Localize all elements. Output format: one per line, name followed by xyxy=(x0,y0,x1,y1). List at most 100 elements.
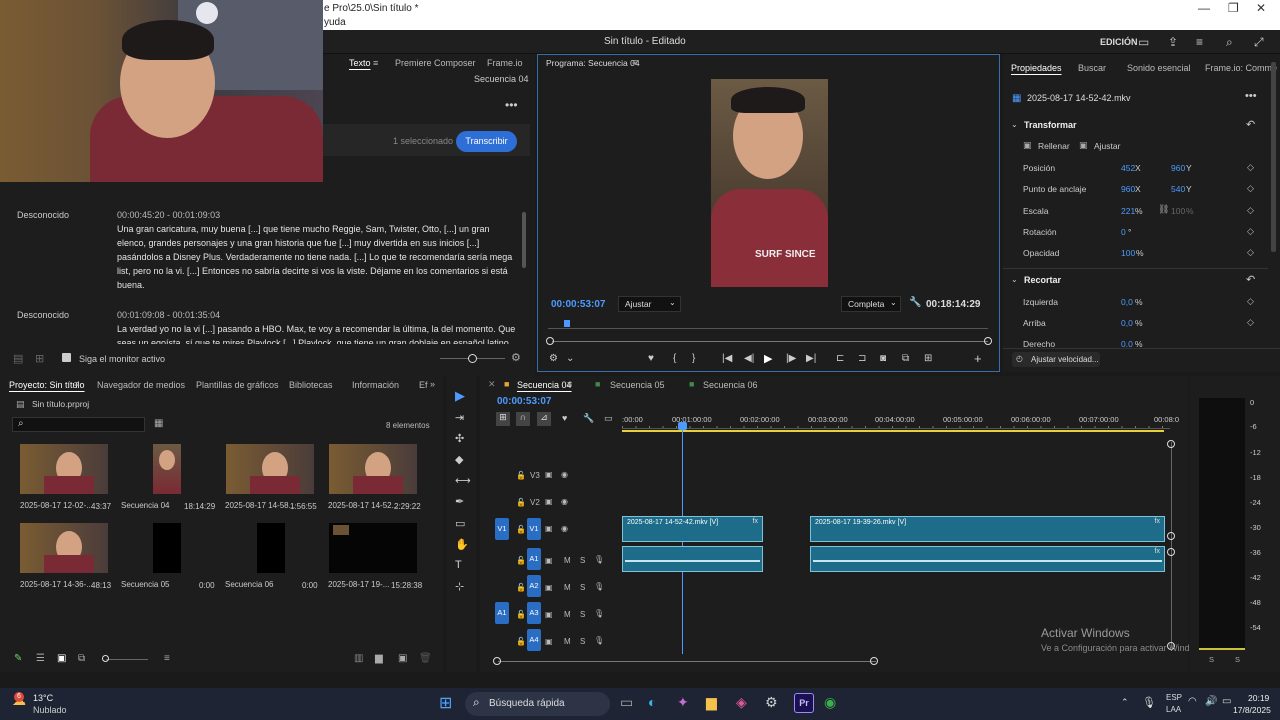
sync-lock-icon[interactable]: ▣ xyxy=(545,524,553,533)
timeline-hscroll[interactable] xyxy=(498,661,876,662)
media-thumbnail[interactable] xyxy=(153,444,181,494)
fullscreen-icon[interactable]: ⤢ xyxy=(1254,35,1264,50)
insert-icon[interactable]: ⊏ xyxy=(836,353,844,364)
fit-icon[interactable]: ▣ xyxy=(1079,140,1088,151)
keyframe-icon[interactable]: ◇ xyxy=(1247,205,1254,216)
keyframe-icon[interactable]: ◇ xyxy=(1247,317,1254,328)
property-value[interactable]: 452 xyxy=(1121,163,1135,173)
app-icon[interactable]: ⚙ xyxy=(765,694,778,711)
sort-icon[interactable]: ≡ xyxy=(164,653,170,664)
selection-tool-icon[interactable]: ▶ xyxy=(455,388,465,404)
list-view-icon[interactable]: ☰ xyxy=(36,653,45,664)
workspace-icon[interactable]: ▭ xyxy=(1138,35,1149,49)
eye-icon[interactable]: ◉ xyxy=(561,470,568,479)
track-a4-badge[interactable]: A4 xyxy=(527,629,541,651)
property-value[interactable]: 0,0 xyxy=(1121,318,1133,328)
captions-icon[interactable]: ▭ xyxy=(604,413,613,424)
reset-icon[interactable]: ↶ xyxy=(1246,273,1255,286)
audio-clip[interactable] xyxy=(622,546,763,572)
close-icon[interactable]: ✕ xyxy=(488,379,496,390)
lock-icon[interactable]: 🔓 xyxy=(516,637,526,646)
trash-icon[interactable]: 🗑 xyxy=(419,653,432,664)
freeform-view-icon[interactable]: ⧉ xyxy=(78,653,85,664)
tab-info[interactable]: Información xyxy=(352,380,399,390)
media-thumbnail[interactable] xyxy=(226,444,314,494)
clock-time[interactable]: 20:19 xyxy=(1248,693,1269,703)
monitor-tab[interactable]: Programa: Secuencia 04 xyxy=(546,58,640,68)
media-thumbnail[interactable] xyxy=(20,523,108,573)
follow-monitor-checkbox[interactable] xyxy=(62,353,71,362)
solo-button[interactable]: S xyxy=(580,610,585,619)
property-value[interactable]: 100 xyxy=(1121,248,1135,258)
mic-icon[interactable]: 🎙 xyxy=(594,555,604,564)
audio-clip[interactable]: fx xyxy=(810,546,1165,572)
camera-icon[interactable]: ◙ xyxy=(880,353,886,364)
media-thumbnail[interactable] xyxy=(153,523,181,573)
chevron-down-icon[interactable]: ⌄ xyxy=(1011,120,1018,129)
sync-lock-icon[interactable]: ▣ xyxy=(545,556,553,565)
chevron-up-icon[interactable]: ⌃ xyxy=(1121,697,1129,708)
hand-tool-icon[interactable]: ✋ xyxy=(455,538,469,551)
wifi-icon[interactable]: ◠ xyxy=(1188,696,1197,707)
lock-icon[interactable]: 🔓 xyxy=(516,525,526,534)
tab-graphics-templates[interactable]: Plantillas de gráficos xyxy=(196,380,279,390)
tab-texto[interactable]: Texto xyxy=(349,58,371,68)
chrome-icon[interactable]: ◉ xyxy=(824,694,836,711)
search-input[interactable]: ⌕ xyxy=(12,417,145,432)
sync-lock-icon[interactable]: ▣ xyxy=(545,470,553,479)
edge-icon[interactable]: ◐ xyxy=(648,694,656,710)
mic-icon[interactable]: 🎙 xyxy=(594,636,604,645)
timeline-timecode[interactable]: 00:00:53:07 xyxy=(497,396,551,407)
tab-menu-icon[interactable]: ≡ xyxy=(373,58,378,68)
work-area-bar[interactable] xyxy=(622,430,1164,432)
solo-button[interactable]: S xyxy=(580,637,585,646)
premiere-pro-icon[interactable]: Pr xyxy=(794,693,814,713)
snap-icon[interactable]: ∩ xyxy=(516,412,530,426)
search-box[interactable]: ⌕ Búsqueda rápida xyxy=(465,692,610,716)
lock-icon[interactable]: 🔓 xyxy=(516,498,526,507)
sync-lock-icon[interactable]: ▣ xyxy=(545,583,553,592)
step-forward-icon[interactable]: |▶ xyxy=(786,353,796,364)
close-icon[interactable]: ✕ xyxy=(1256,1,1266,15)
keyframe-icon[interactable]: ◇ xyxy=(1247,296,1254,307)
property-value[interactable]: 960 xyxy=(1171,163,1185,173)
folder-icon[interactable]: ▆ xyxy=(375,653,383,664)
share-icon[interactable]: ⇪ xyxy=(1168,35,1178,49)
vscroll-handle[interactable] xyxy=(1167,548,1175,556)
keyframe-icon[interactable]: ◇ xyxy=(1247,247,1254,258)
lock-icon[interactable]: 🔓 xyxy=(516,556,526,565)
keyframe-icon[interactable]: ◇ xyxy=(1247,226,1254,237)
go-to-in-icon[interactable]: |◀ xyxy=(722,353,732,364)
language-top[interactable]: ESP xyxy=(1166,693,1182,702)
zoom-slider-handle[interactable] xyxy=(468,354,477,363)
windows-start-icon[interactable]: ⊞ xyxy=(439,693,452,713)
settings-icon[interactable]: ⚙ xyxy=(511,351,521,364)
timeline-vscroll[interactable] xyxy=(1171,442,1172,648)
wrench-icon[interactable]: 🔧 xyxy=(583,413,594,424)
speed-button[interactable]: ◴ Ajustar velocidad... xyxy=(1012,352,1100,367)
icon-view-icon[interactable]: ▣ xyxy=(57,653,66,664)
slip-tool-icon[interactable]: ⟷ xyxy=(455,474,471,487)
sync-lock-icon[interactable]: ▣ xyxy=(545,497,553,506)
sync-lock-icon[interactable]: ▣ xyxy=(545,610,553,619)
tab-menu-icon[interactable]: ≡ xyxy=(74,379,79,389)
property-value[interactable]: 100 xyxy=(1171,206,1185,216)
mark-out-icon[interactable]: } xyxy=(692,353,695,364)
track-select-icon[interactable]: ⇥ xyxy=(455,411,464,424)
language-bottom[interactable]: LAA xyxy=(1166,705,1181,714)
source-v1-badge[interactable]: V1 xyxy=(495,518,509,540)
media-thumbnail[interactable] xyxy=(20,444,108,494)
fit-label[interactable]: Ajustar xyxy=(1094,141,1120,151)
monitor-menu-icon[interactable]: ≡ xyxy=(632,57,637,67)
tab-buscar[interactable]: Buscar xyxy=(1078,63,1106,73)
vscroll-handle[interactable] xyxy=(1167,532,1175,540)
mute-button[interactable]: M xyxy=(564,556,571,565)
chevron-down-icon[interactable]: ⌄ xyxy=(1011,275,1018,284)
solo-left-button[interactable]: S xyxy=(1209,655,1214,664)
minimize-icon[interactable]: — xyxy=(1198,1,1210,15)
property-value[interactable]: 540 xyxy=(1171,184,1185,194)
go-to-out-icon[interactable]: ▶| xyxy=(806,353,816,364)
sync-lock-icon[interactable]: ▣ xyxy=(545,637,553,646)
text-scrollbar[interactable] xyxy=(522,212,526,268)
search-icon[interactable]: ⌕ xyxy=(1226,35,1233,50)
